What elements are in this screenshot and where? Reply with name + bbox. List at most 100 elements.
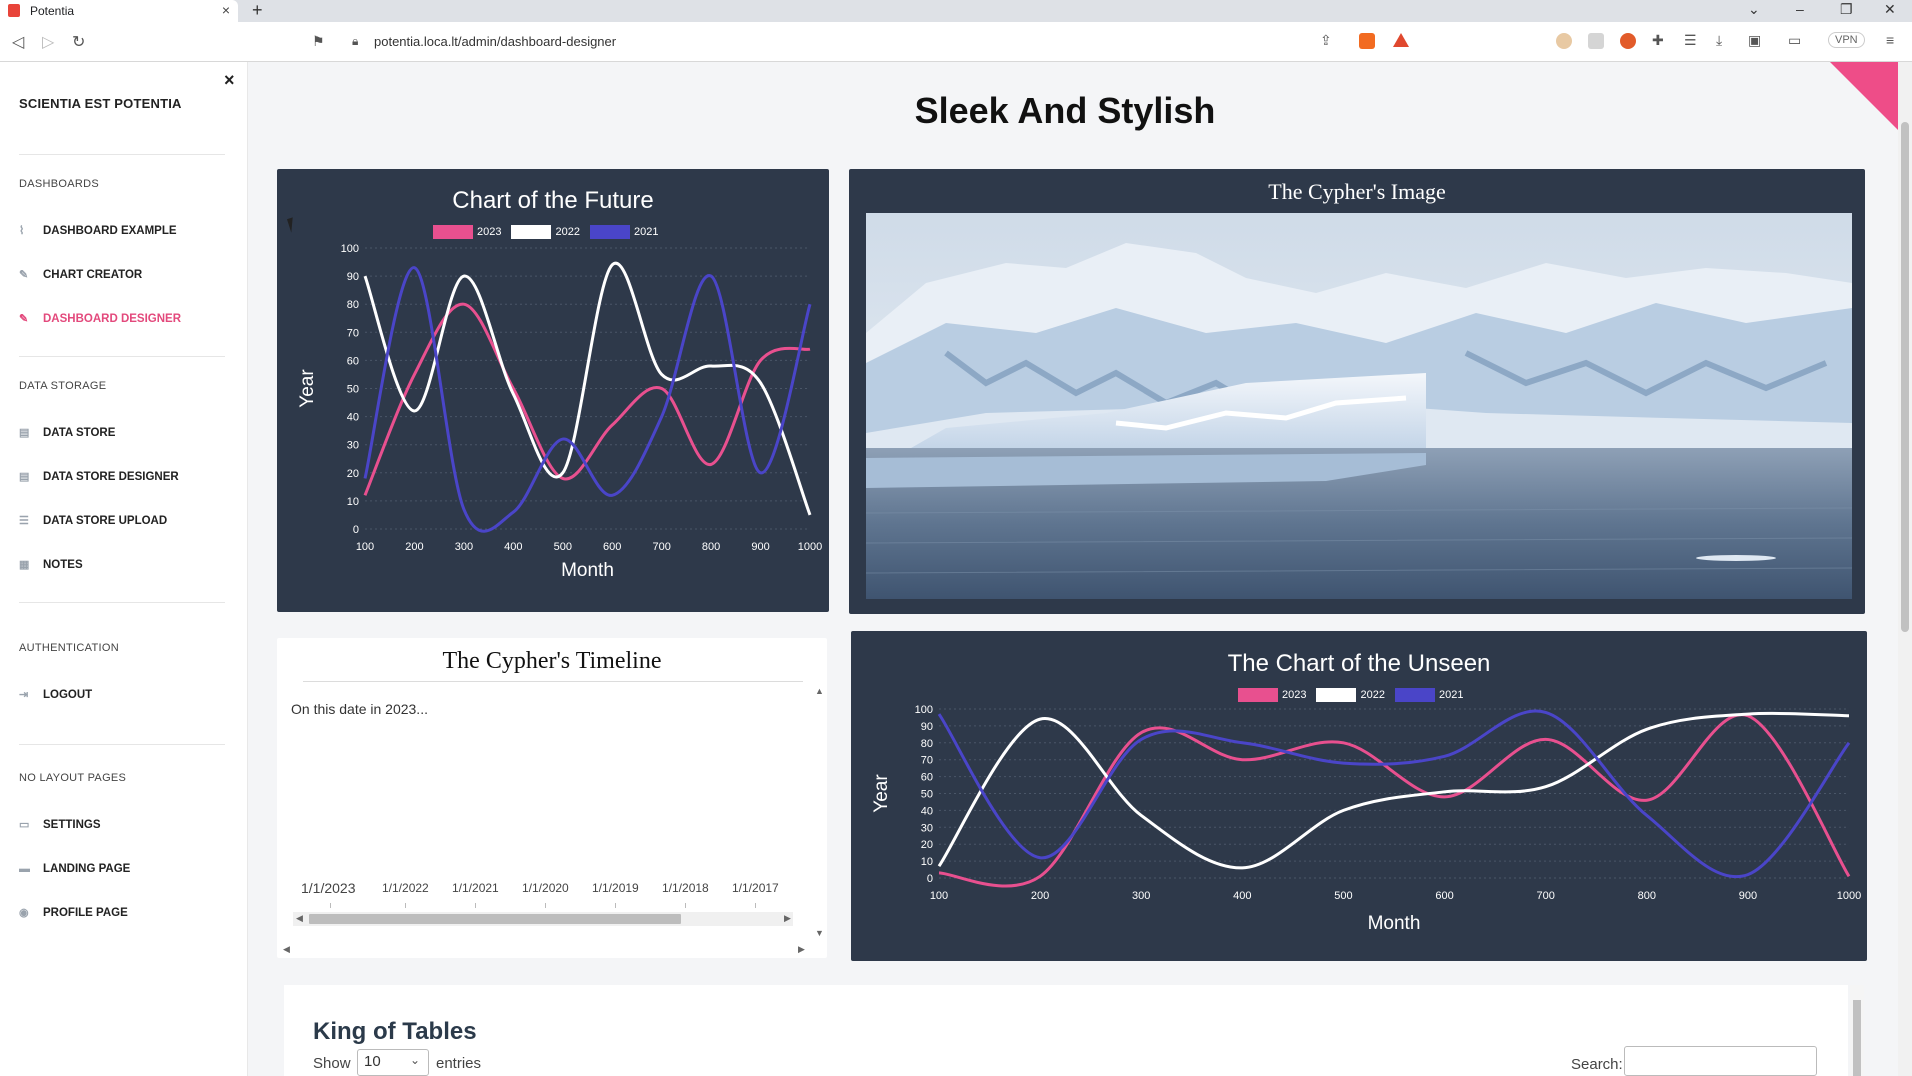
divider	[19, 154, 225, 155]
extension-icon[interactable]	[1620, 33, 1636, 49]
sidebar-item-label: PROFILE PAGE	[43, 907, 128, 919]
section-no-layout-pages: NO LAYOUT PAGES	[19, 772, 127, 784]
y-tick-label: 60	[347, 355, 359, 367]
user-icon: ◉	[19, 907, 29, 919]
back-icon[interactable]: ◁	[12, 32, 24, 52]
scroll-right-icon[interactable]: ▶	[784, 913, 791, 924]
series-line-2022	[363, 261, 812, 516]
timeline-date[interactable]: 1/1/2017	[732, 881, 779, 895]
sidebar-item-label: SETTINGS	[43, 819, 101, 831]
timeline-tick	[545, 903, 546, 908]
page-scroll-thumb[interactable]	[1901, 122, 1909, 632]
timeline-date[interactable]: 1/1/2022	[382, 881, 429, 895]
sidebar-item-data-store-designer[interactable]: ▤ DATA STORE DESIGNER	[19, 468, 179, 486]
scroll-down-icon[interactable]: ▼	[815, 928, 824, 938]
sidebar-item-landing-page[interactable]: ▬ LANDING PAGE	[19, 860, 130, 878]
sidebar-item-profile-page[interactable]: ◉ PROFILE PAGE	[19, 904, 128, 922]
timeline-tick	[755, 903, 756, 908]
y-tick-label: 0	[927, 873, 933, 885]
y-tick-label: 90	[347, 271, 359, 283]
tab-title: Potentia	[30, 4, 75, 18]
y-tick-label: 40	[347, 412, 359, 424]
x-tick-label: 500	[1334, 890, 1352, 902]
bookmark-icon[interactable]: ⚑	[312, 33, 325, 50]
timeline-scroll-thumb[interactable]	[309, 914, 681, 924]
x-axis-label: Month	[561, 560, 614, 581]
y-tick-label: 50	[347, 384, 359, 396]
tab-close-icon[interactable]: ×	[222, 2, 230, 18]
sidebar-item-logout[interactable]: ⇥ LOGOUT	[19, 686, 92, 704]
x-tick-label: 700	[652, 541, 670, 553]
new-tab-button[interactable]: +	[252, 0, 263, 21]
timeline-tick	[615, 903, 616, 908]
playlist-icon[interactable]: ☰	[1684, 32, 1697, 49]
entries-label: entries	[436, 1055, 482, 1072]
sidebar-item-notes[interactable]: ▦ NOTES	[19, 556, 83, 574]
scroll-left-icon[interactable]: ◀	[296, 913, 303, 924]
timeline-date[interactable]: 1/1/2020	[522, 881, 569, 895]
download-icon[interactable]: ⤓	[1716, 32, 1722, 49]
sidebar-item-data-store-upload[interactable]: ☰ DATA STORE UPLOAD	[19, 512, 167, 530]
extension-icon[interactable]	[1556, 33, 1572, 49]
minimize-window-icon[interactable]: –	[1796, 1, 1804, 17]
sidebar-item-settings[interactable]: ▭ SETTINGS	[19, 816, 101, 834]
tab-search-icon[interactable]: ⌄	[1748, 1, 1760, 18]
table-scrollbar[interactable]	[1850, 985, 1864, 1076]
x-tick-label: 800	[702, 541, 720, 553]
sidebar-item-dashboard-example[interactable]: ⌇ DASHBOARD EXAMPLE	[19, 222, 177, 240]
x-tick-label: 200	[1031, 890, 1049, 902]
sidebar-item-label: LANDING PAGE	[43, 863, 131, 875]
timeline-date[interactable]: 1/1/2018	[662, 881, 709, 895]
edit-icon: ✎	[19, 269, 29, 281]
x-tick-label: 400	[1233, 890, 1251, 902]
iceberg-illustration	[866, 213, 1852, 599]
timeline-date[interactable]: 1/1/2019	[592, 881, 639, 895]
forward-icon[interactable]: ▷	[42, 32, 54, 52]
reload-icon[interactable]: ↻	[72, 32, 85, 52]
url-field[interactable]: potentia.loca.lt/admin/dashboard-designe…	[374, 34, 616, 49]
restore-window-icon[interactable]: ❐	[1840, 1, 1853, 18]
y-tick-label: 80	[921, 738, 933, 750]
x-tick-label: 1000	[1837, 890, 1861, 902]
scroll-left-icon[interactable]: ◀	[283, 944, 290, 955]
close-window-icon[interactable]: ✕	[1884, 1, 1896, 18]
section-data-storage: DATA STORAGE	[19, 380, 107, 392]
timeline-tick	[475, 903, 476, 908]
sidebar-toggle-icon[interactable]: ▣	[1748, 32, 1761, 49]
brave-shield-icon[interactable]	[1359, 33, 1375, 49]
scroll-right-icon[interactable]: ▶	[798, 944, 805, 955]
brand-name[interactable]: SCIENTIA EST POTENTIA	[19, 96, 182, 111]
note-icon: ▦	[19, 559, 30, 571]
sidebar-close-icon[interactable]: ×	[224, 70, 235, 91]
sidebar-item-dashboard-designer[interactable]: ✎ DASHBOARD DESIGNER	[19, 310, 181, 328]
x-tick-label: 600	[1435, 890, 1453, 902]
site-favicon	[8, 4, 20, 17]
extension-icon[interactable]	[1588, 33, 1604, 49]
y-tick-label: 100	[341, 243, 359, 255]
scroll-up-icon[interactable]: ▲	[815, 686, 824, 696]
x-tick-label: 700	[1536, 890, 1554, 902]
sidebar-item-label: NOTES	[43, 559, 83, 571]
table-search-input[interactable]	[1624, 1046, 1817, 1076]
timeline-date[interactable]: 1/1/2023	[301, 880, 356, 896]
browser-tab[interactable]: Potentia ×	[0, 0, 238, 22]
entries-select[interactable]: 10 ⌄	[357, 1049, 429, 1076]
divider	[19, 744, 225, 745]
table-scroll-thumb[interactable]	[1853, 1000, 1861, 1076]
table-title: King of Tables	[313, 1018, 477, 1045]
brave-rewards-icon[interactable]	[1393, 33, 1409, 47]
divider	[19, 602, 225, 603]
sidebar-item-data-store[interactable]: ▤ DATA STORE	[19, 424, 115, 442]
share-icon[interactable]: ⇪	[1320, 32, 1332, 49]
wallet-icon[interactable]: ▭	[1788, 32, 1801, 49]
menu-icon[interactable]: ≡	[1886, 32, 1894, 48]
lock-icon: 🔒︎	[352, 34, 359, 48]
vpn-button[interactable]: VPN	[1828, 32, 1865, 48]
sidebar-item-chart-creator[interactable]: ✎ CHART CREATOR	[19, 266, 142, 284]
y-tick-label: 20	[347, 468, 359, 480]
page-scrollbar[interactable]	[1898, 62, 1912, 1076]
timeline-date[interactable]: 1/1/2021	[452, 881, 499, 895]
y-tick-label: 30	[347, 440, 359, 452]
timeline-tick	[405, 903, 406, 908]
extensions-puzzle-icon[interactable]: ✚	[1652, 32, 1664, 49]
